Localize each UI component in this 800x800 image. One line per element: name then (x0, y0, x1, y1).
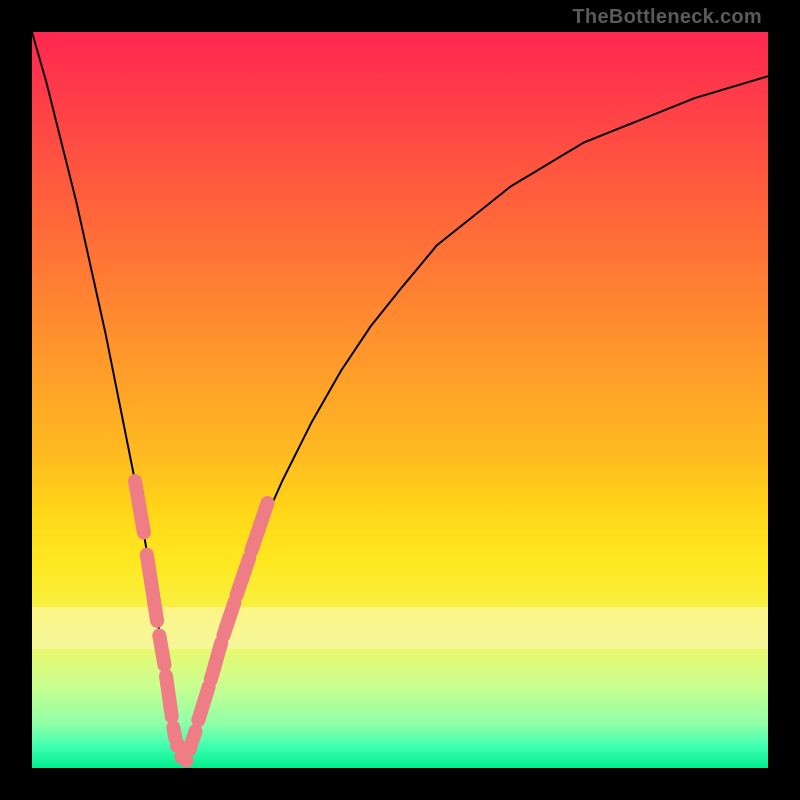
chart-frame: TheBottleneck.com (0, 0, 800, 800)
chart-gradient-area (32, 32, 768, 768)
overlay-segment (190, 731, 196, 749)
overlay-segment (251, 503, 267, 551)
overlay-segment (166, 676, 172, 717)
chart-svg (32, 32, 768, 768)
overlay-segment (237, 558, 250, 595)
watermark-text: TheBottleneck.com (572, 6, 762, 29)
overlay-segment (159, 636, 164, 666)
overlay-segment (198, 687, 208, 720)
bottleneck-curve (32, 32, 768, 761)
overlay-segment (173, 728, 175, 739)
overlay-segment (135, 481, 144, 533)
overlay-segment (181, 757, 186, 761)
pale-band (32, 607, 768, 649)
